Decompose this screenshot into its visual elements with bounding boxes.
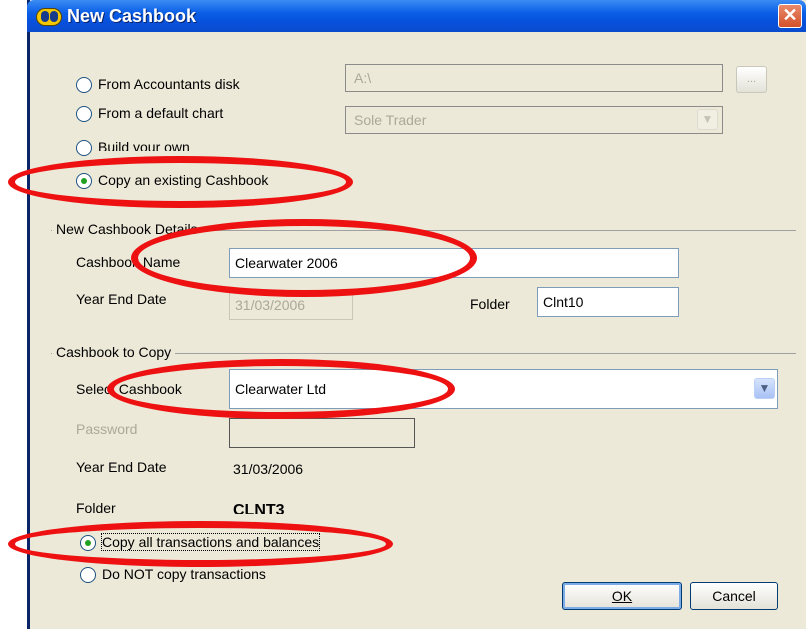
accountants-disk-label[interactable]: From Accountants disk — [98, 76, 240, 92]
password-input — [229, 418, 415, 448]
default-chart-select[interactable]: Sole Trader — [345, 106, 723, 134]
default-chart-label[interactable]: From a default chart — [98, 105, 223, 121]
radio-default-chart[interactable] — [76, 106, 92, 122]
highlight-ellipse-copy-existing — [8, 156, 353, 208]
radio-build-own[interactable] — [76, 140, 92, 156]
app-icon — [36, 8, 62, 26]
build-own-label[interactable]: Build your own — [98, 139, 190, 151]
cancel-button[interactable]: Cancel — [690, 582, 778, 610]
password-label: Password — [76, 421, 138, 437]
copy-group-label: Cashbook to Copy — [52, 344, 176, 360]
copy-folder-value: CLNT3 — [233, 502, 285, 514]
chevron-down-icon[interactable]: ▼ — [754, 378, 775, 399]
highlight-ellipse-copy-all — [8, 521, 393, 567]
folder-label: Folder — [470, 296, 510, 312]
copy-folder-label: Folder — [76, 500, 116, 516]
chevron-down-icon[interactable]: ▼ — [697, 109, 718, 130]
close-button[interactable]: ✕ — [778, 4, 802, 28]
radio-no-copy[interactable] — [80, 567, 96, 583]
accountants-disk-path: A:\ — [345, 64, 723, 92]
title-bar: New Cashbook ✕ — [27, 0, 806, 32]
window-title: New Cashbook — [67, 6, 197, 26]
highlight-ellipse-cashbook-name — [131, 219, 477, 297]
year-end-label: Year End Date — [76, 291, 167, 307]
radio-accountants-disk[interactable] — [76, 77, 92, 93]
folder-input[interactable]: Clnt10 — [537, 287, 679, 317]
default-chart-value: Sole Trader — [354, 112, 427, 128]
copy-year-end-value: 31/03/2006 — [233, 461, 304, 477]
copy-year-end-label: Year End Date — [76, 459, 167, 475]
ok-button-label: OK — [611, 588, 633, 604]
highlight-ellipse-select-cashbook — [107, 359, 455, 419]
browse-button[interactable]: ... — [736, 66, 767, 93]
ok-button[interactable]: OK — [562, 582, 682, 610]
no-copy-label[interactable]: Do NOT copy transactions — [102, 566, 266, 582]
cancel-button-label: Cancel — [712, 588, 756, 604]
